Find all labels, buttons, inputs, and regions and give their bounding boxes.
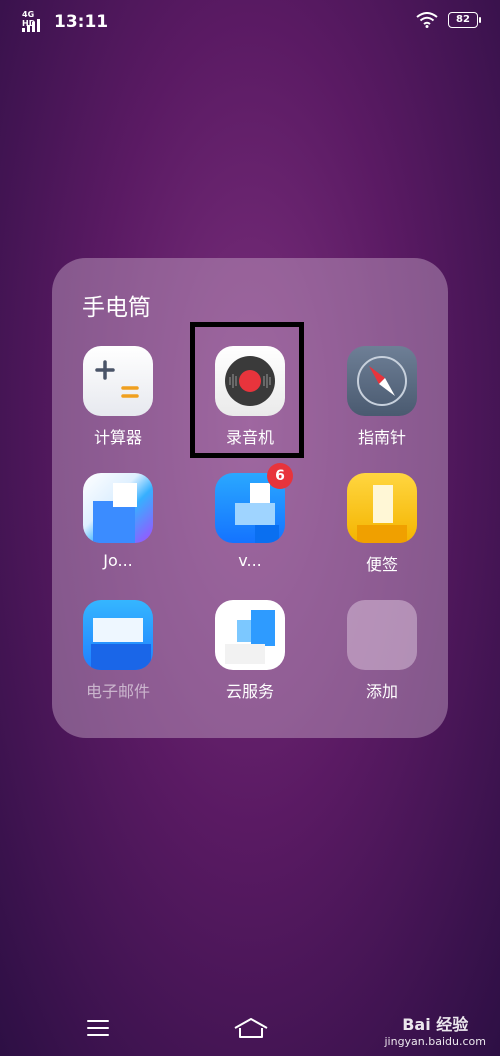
app-add[interactable]: 添加: [327, 600, 437, 702]
app-calculator[interactable]: 计算器: [63, 346, 173, 448]
watermark: Bai 经验 jingyan.baidu.com: [384, 1011, 486, 1048]
app-notes[interactable]: 便签: [327, 473, 437, 575]
navigation-bar: Bai 经验 jingyan.baidu.com: [0, 1000, 500, 1056]
app-label: 添加: [365, 682, 398, 701]
watermark-sub: jingyan.baidu.com: [384, 1035, 486, 1048]
watermark-main: Bai 经验: [402, 1015, 469, 1034]
app-compass[interactable]: 指南针: [327, 346, 437, 448]
jovi-icon: [83, 473, 153, 543]
status-bar: 4G HD 13:11 82: [0, 0, 500, 44]
wifi-icon: [416, 12, 438, 28]
email-icon: [83, 600, 153, 670]
cloud-service-icon: [215, 600, 285, 670]
status-left: 4G HD 13:11: [22, 10, 109, 32]
highlight-box: [190, 322, 304, 458]
home-icon[interactable]: [233, 1016, 269, 1040]
signal-icon: 4G HD: [22, 10, 46, 32]
app-label: Jo...: [103, 551, 133, 570]
clock: 13:11: [54, 12, 109, 32]
app-label: 电子邮件: [85, 682, 150, 701]
app-label: 计算器: [93, 428, 142, 447]
add-icon: [347, 600, 417, 670]
calculator-icon: [83, 346, 153, 416]
status-right: 82: [416, 12, 481, 28]
compass-icon: [347, 346, 417, 416]
app-label: 指南针: [357, 428, 406, 447]
app-jovi[interactable]: Jo...: [63, 473, 173, 570]
app-cloud-service[interactable]: 云服务: [195, 600, 305, 702]
app-email[interactable]: 电子邮件: [63, 600, 173, 702]
app-label: 云服务: [225, 682, 274, 701]
battery-level: 82: [456, 14, 470, 25]
app-label: 便签: [365, 555, 398, 574]
app-label: v...: [238, 551, 262, 570]
folder-title[interactable]: 手电筒: [82, 288, 151, 322]
battery-icon: 82: [448, 12, 481, 28]
notification-badge: 6: [267, 463, 293, 489]
menu-icon[interactable]: [86, 1018, 110, 1038]
app-vivo[interactable]: 6 v...: [195, 463, 305, 570]
notes-icon: [347, 473, 417, 543]
